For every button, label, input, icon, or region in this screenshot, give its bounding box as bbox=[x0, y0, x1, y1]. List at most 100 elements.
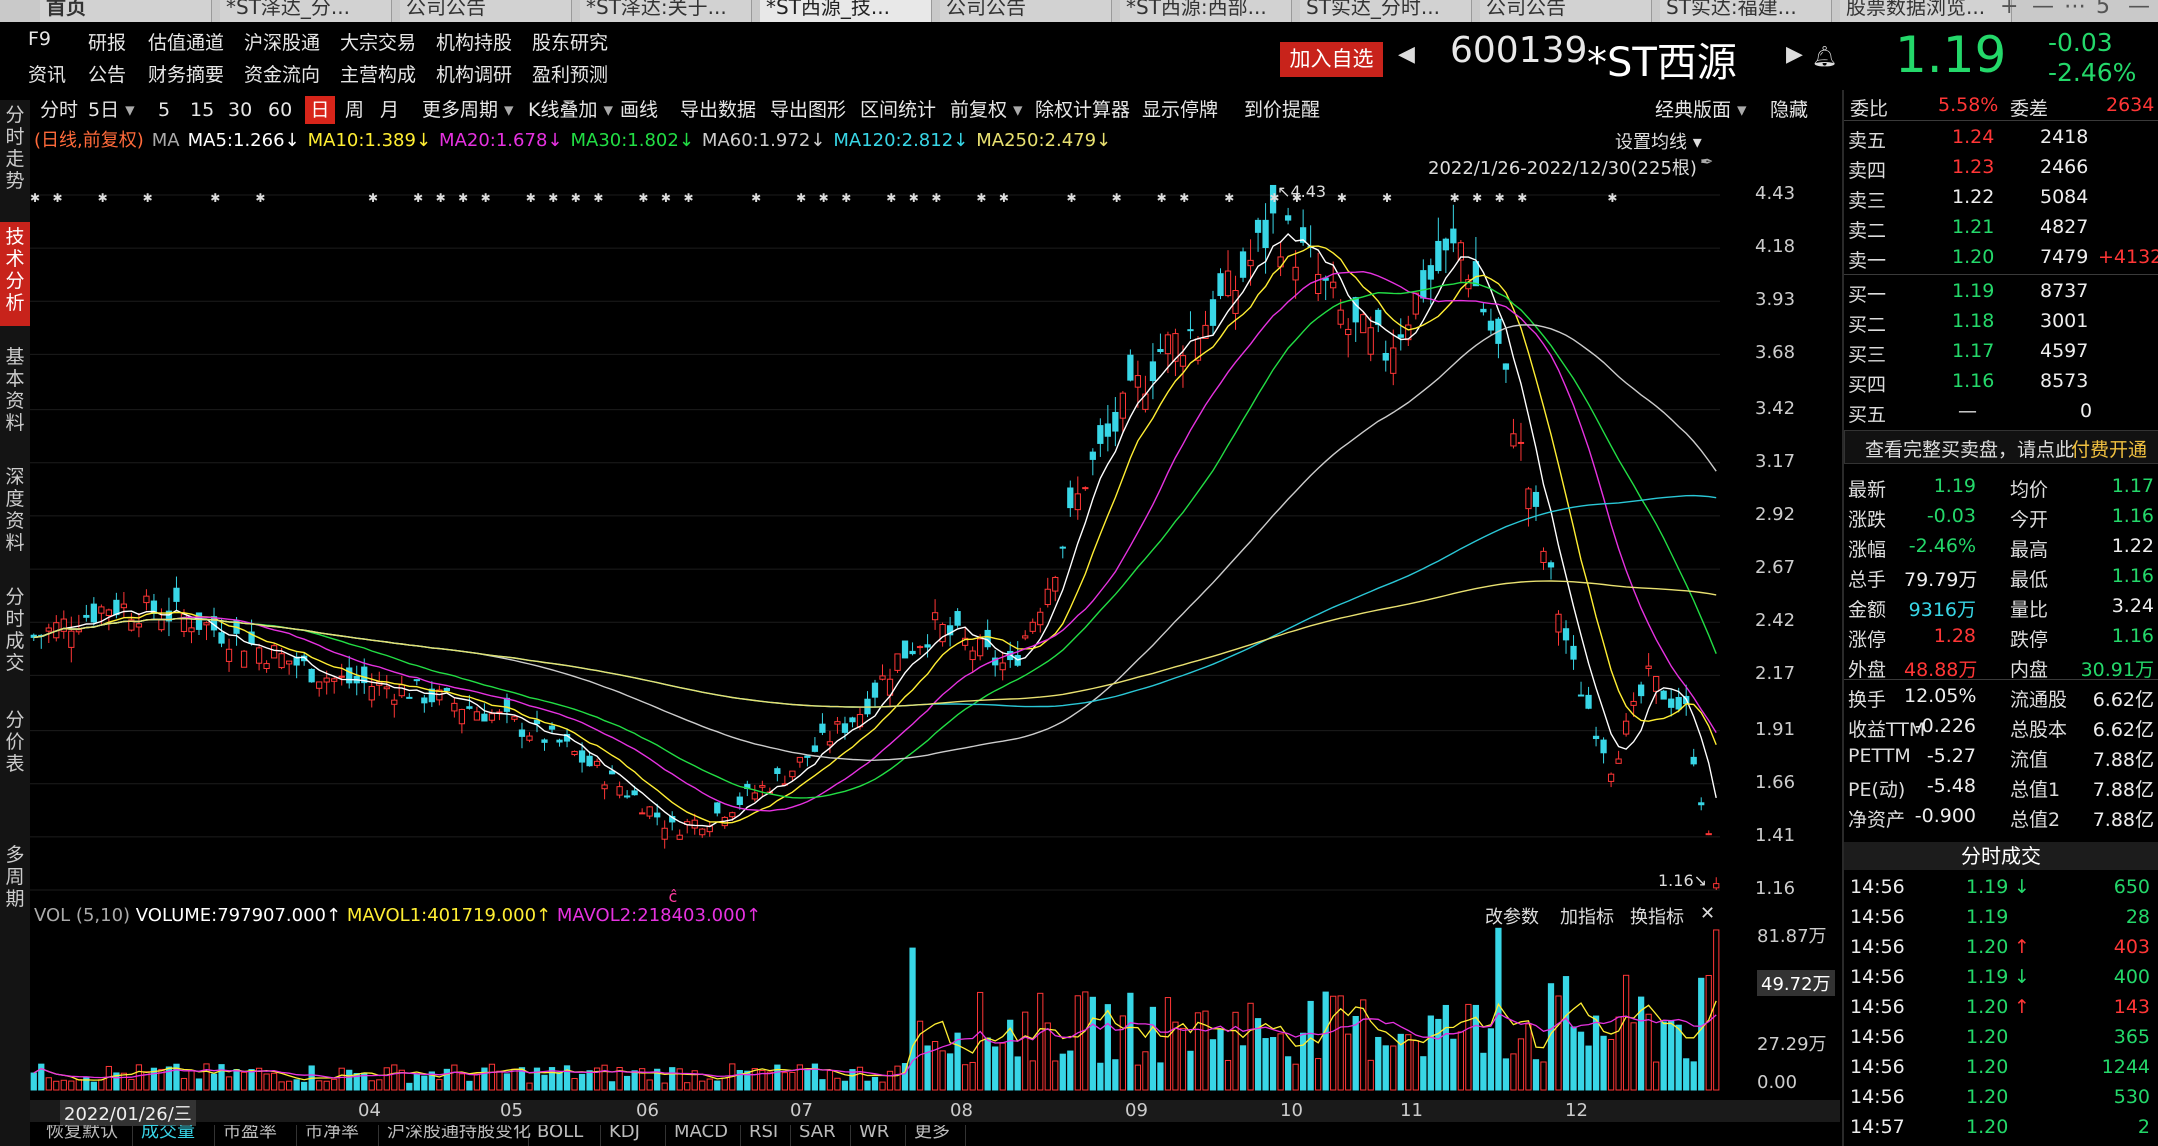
candlestick-chart[interactable]: ↖4.431.16↘ĉ✱ ✱ ✱ ✱ ✱ ✱ ✱ ✱ ✱ ✱ ✱ ✱ ✱ ✱ ✱ ✱ ✱ ✱ ✱ ✱ ✱ ✱ ✱ ✱ ✱ ✱ ✱ ✱ ✱… bbox=[30, 180, 1725, 905]
toolbar-周[interactable]: 周 bbox=[345, 96, 364, 124]
volume-bar bbox=[556, 1072, 563, 1091]
vol-btn-2[interactable]: 换指标 bbox=[1630, 903, 1684, 929]
tab-6[interactable]: *ST西源:西部... bbox=[1120, 0, 1292, 22]
add-watchlist-button[interactable]: 加入自选 bbox=[1280, 42, 1383, 77]
event-marker: ✱ bbox=[1112, 191, 1122, 205]
tab-3[interactable]: *ST泽达:关于... bbox=[580, 0, 752, 22]
indicator-tab-10[interactable]: WR bbox=[851, 1125, 906, 1146]
volume-chart[interactable] bbox=[30, 925, 1725, 1100]
toolbar-导出数据[interactable]: 导出数据 bbox=[680, 96, 756, 124]
indicator-tab-7[interactable]: MACD bbox=[666, 1125, 741, 1146]
toolbar-经典版面[interactable]: 经典版面 ▾ bbox=[1655, 96, 1747, 124]
menu-F9[interactable]: F9 bbox=[28, 28, 51, 50]
toolbar-隐藏[interactable]: 隐藏 bbox=[1770, 96, 1808, 124]
menu-股东研究[interactable]: 股东研究 bbox=[532, 28, 608, 55]
candle bbox=[1172, 328, 1179, 377]
candle bbox=[496, 709, 503, 721]
toolbar-更多周期[interactable]: 更多周期 ▾ bbox=[422, 96, 514, 124]
indicator-tab-4[interactable]: 沪深股通持股变化 bbox=[379, 1125, 531, 1146]
toolbar-30[interactable]: 30 bbox=[228, 96, 252, 124]
candle-body bbox=[1420, 270, 1427, 299]
tab-10[interactable]: 股票数据浏览... bbox=[1840, 0, 2012, 22]
indicator-tab-3[interactable]: 市净率 bbox=[297, 1125, 379, 1146]
toolbar-月[interactable]: 月 bbox=[380, 96, 399, 124]
tab-0[interactable]: 首页 bbox=[40, 0, 212, 22]
menu-沪深股通[interactable]: 沪深股通 bbox=[244, 28, 320, 55]
pin-icon[interactable]: ✒ bbox=[1700, 152, 1713, 171]
prev-stock-icon[interactable]: ◀ bbox=[1398, 42, 1415, 67]
indicator-tab-2[interactable]: 市盈率 bbox=[215, 1125, 297, 1146]
toolbar-15[interactable]: 15 bbox=[190, 96, 214, 124]
left-nav-4[interactable]: 分时成交 bbox=[0, 582, 30, 686]
menu-机构调研[interactable]: 机构调研 bbox=[436, 60, 512, 87]
event-marker: ✱ bbox=[841, 191, 851, 205]
left-nav-2[interactable]: 基本资料 bbox=[0, 342, 30, 446]
volume-bar bbox=[1104, 1004, 1111, 1091]
tab-5[interactable]: 公司公告 bbox=[940, 0, 1112, 22]
toolbar-显示停牌[interactable]: 显示停牌 bbox=[1142, 96, 1218, 124]
toolbar-前复权[interactable]: 前复权 ▾ bbox=[950, 96, 1023, 124]
dropdown-arrow-icon: ▾ bbox=[597, 99, 614, 121]
toolbar-导出图形[interactable]: 导出图形 bbox=[770, 96, 846, 124]
toolbar-5日[interactable]: 5日 ▾ bbox=[88, 96, 135, 124]
toolbar-60[interactable]: 60 bbox=[268, 96, 292, 124]
indicator-tab-9[interactable]: SAR bbox=[791, 1125, 851, 1146]
left-nav-3[interactable]: 深度资料 bbox=[0, 462, 30, 566]
toolbar-画线[interactable]: 画线 bbox=[620, 96, 658, 124]
toolbar-到价提醒[interactable]: 到价提醒 bbox=[1244, 96, 1320, 124]
left-nav-1[interactable]: 技术分析 bbox=[0, 222, 30, 326]
bell-icon[interactable]: 🔔︎ bbox=[1812, 44, 1837, 68]
promo-bar[interactable]: 查看完整买卖盘，请点此 付费开通 bbox=[1844, 430, 2158, 464]
sell-delta: +4132 bbox=[2098, 246, 2158, 268]
tab-control-0[interactable]: + bbox=[2000, 0, 2018, 22]
next-stock-icon[interactable]: ▶ bbox=[1786, 42, 1803, 67]
event-marker: ✱ bbox=[53, 191, 63, 205]
tab-control-4[interactable]: — bbox=[2128, 0, 2150, 22]
toolbar-区间统计[interactable]: 区间统计 bbox=[860, 96, 936, 124]
menu-盈利预测[interactable]: 盈利预测 bbox=[532, 60, 608, 87]
menu-大宗交易[interactable]: 大宗交易 bbox=[340, 28, 416, 55]
tab-control-1[interactable]: — bbox=[2032, 0, 2054, 22]
indicator-tab-5[interactable]: BOLL bbox=[529, 1125, 601, 1146]
vol-btn-3[interactable]: ✕ bbox=[1700, 903, 1715, 924]
tab-8[interactable]: 公司公告 bbox=[1480, 0, 1652, 22]
toolbar-除权计算器[interactable]: 除权计算器 bbox=[1035, 96, 1130, 124]
tick-volume: 1244 bbox=[2101, 1056, 2150, 1078]
volume-bar bbox=[751, 1068, 758, 1091]
menu-主营构成[interactable]: 主营构成 bbox=[340, 60, 416, 87]
tab-7[interactable]: ST实达_分时... bbox=[1300, 0, 1472, 22]
event-marker: ✱ bbox=[1292, 191, 1302, 205]
month-4: 07 bbox=[790, 1100, 813, 1121]
menu-资金流向[interactable]: 资金流向 bbox=[244, 60, 320, 87]
menu-财务摘要[interactable]: 财务摘要 bbox=[148, 60, 224, 87]
candle-body bbox=[909, 650, 916, 655]
tick-row: 14:56 1.19 ↓ 650 bbox=[1844, 872, 2158, 902]
menu-估值通道[interactable]: 估值通道 bbox=[148, 28, 224, 55]
tab-4[interactable]: *ST西源_技... bbox=[760, 0, 932, 22]
tab-control-2[interactable]: ⋯ bbox=[2064, 0, 2086, 22]
toolbar-5[interactable]: 5 bbox=[158, 96, 170, 124]
tab-9[interactable]: ST实达:福建... bbox=[1660, 0, 1832, 22]
left-nav-5[interactable]: 分价表 bbox=[0, 705, 30, 785]
toolbar-分时[interactable]: 分时 bbox=[40, 96, 78, 124]
tab-2[interactable]: 公司公告 bbox=[400, 0, 572, 22]
left-nav-6[interactable]: 多周期 bbox=[0, 840, 30, 920]
set-ma-button[interactable]: 设置均线 ▾ bbox=[1615, 128, 1702, 154]
tab-control-3[interactable]: 5 bbox=[2096, 0, 2110, 22]
toolbar-K线叠加[interactable]: K线叠加 ▾ bbox=[528, 96, 613, 124]
indicator-tab-1[interactable]: 成交量 bbox=[133, 1125, 215, 1146]
vol-btn-0[interactable]: 改参数 bbox=[1485, 903, 1539, 929]
menu-机构持股[interactable]: 机构持股 bbox=[436, 28, 512, 55]
vol-btn-1[interactable]: 加指标 bbox=[1560, 903, 1614, 929]
left-nav-0[interactable]: 分时走势 bbox=[0, 100, 30, 204]
menu-研报[interactable]: 研报 bbox=[88, 28, 126, 55]
menu-资讯[interactable]: 资讯 bbox=[28, 60, 66, 87]
indicator-tab-11[interactable]: 更多 bbox=[906, 1125, 966, 1146]
indicator-tab-8[interactable]: RSI bbox=[741, 1125, 791, 1146]
volume-bar bbox=[451, 1064, 458, 1091]
indicator-tab-0[interactable]: 恢复默认 bbox=[38, 1125, 133, 1146]
menu-公告[interactable]: 公告 bbox=[88, 60, 126, 87]
indicator-tab-6[interactable]: KDJ bbox=[601, 1125, 666, 1146]
toolbar-日[interactable]: 日 bbox=[305, 96, 335, 124]
tab-1[interactable]: *ST泽达_分... bbox=[220, 0, 392, 22]
